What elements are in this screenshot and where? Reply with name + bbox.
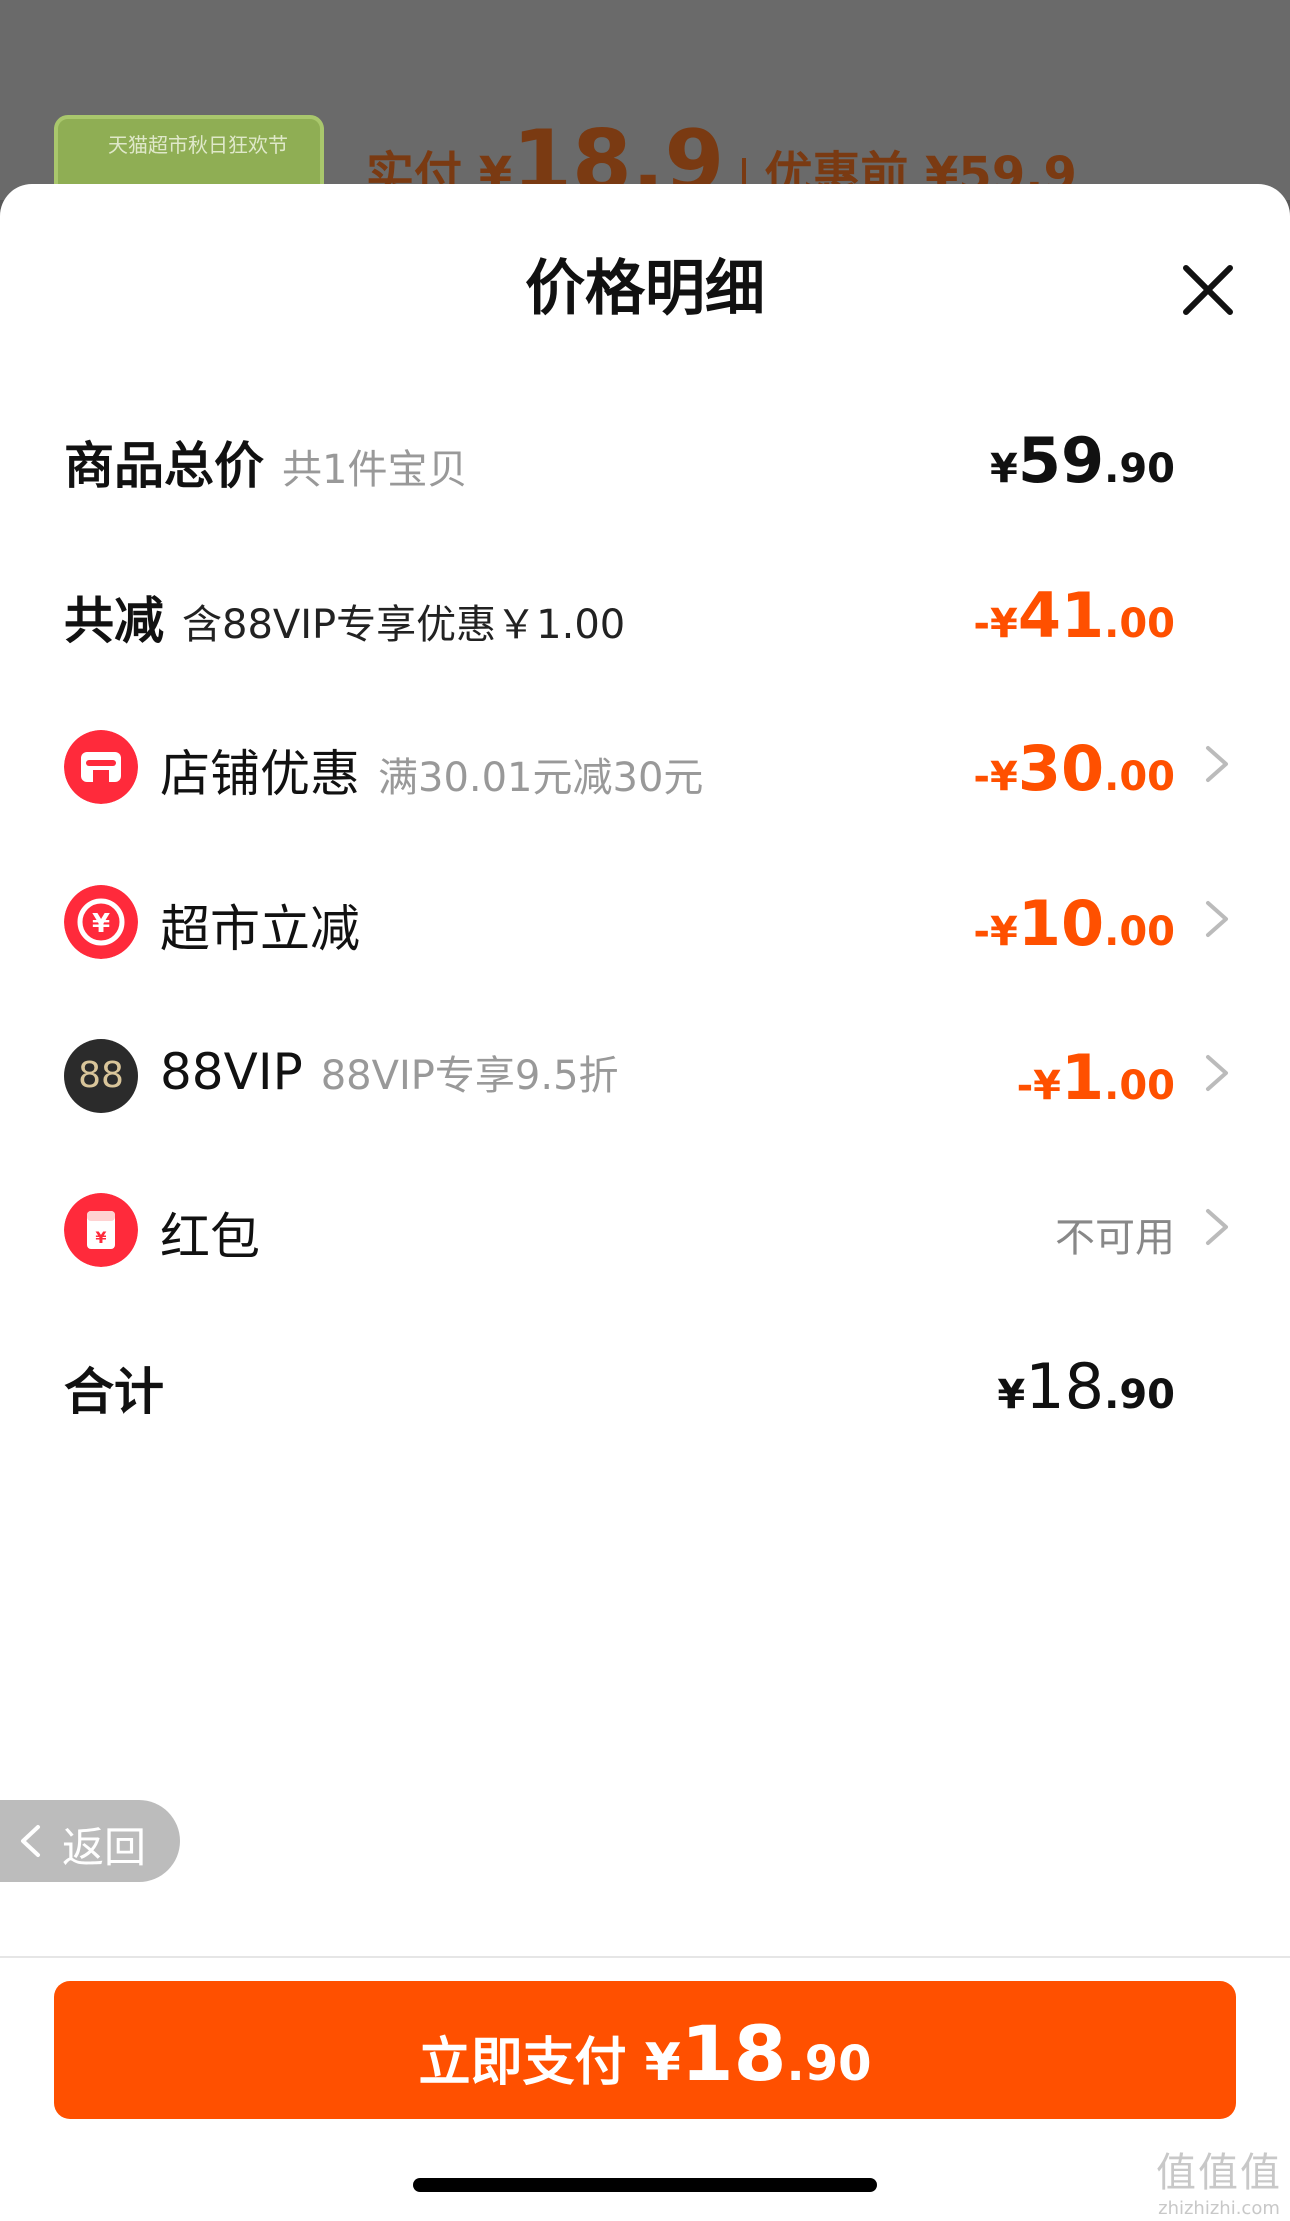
- row-total-discount: 共减 含88VIP专享优惠￥1.00 -¥41.00: [0, 551, 1290, 671]
- yuan-refund-icon: ¥: [64, 885, 138, 959]
- market-amount: -¥10.00: [973, 887, 1175, 960]
- pay-button-content: 立即支付 ¥18.90: [418, 2009, 871, 2098]
- watermark-logo: 值值值: [1156, 2150, 1282, 2196]
- market-label: 超市立减: [160, 900, 360, 958]
- total-amount: ¥59.90: [990, 424, 1175, 497]
- amount-int: 18: [1025, 1350, 1105, 1423]
- banner-text: 天猫超市秋日狂欢节: [108, 133, 288, 157]
- chevron-left-icon: [21, 1825, 40, 1857]
- amount-dec: .90: [1104, 446, 1175, 492]
- back-label: 返回: [62, 1823, 147, 1872]
- row-label: 共减 含88VIP专享优惠￥1.00: [64, 581, 625, 653]
- total-sub: 共1件宝贝: [282, 447, 468, 493]
- row-vip-discount[interactable]: 88 88VIP 88VIP专享9.5折 -¥1.00: [0, 1013, 1290, 1133]
- sign: -¥: [973, 754, 1018, 800]
- sheet-title: 价格明细: [525, 254, 765, 324]
- saved-amount: -¥41.00: [973, 579, 1175, 652]
- chevron-right-icon: [1206, 746, 1228, 782]
- watermark-url: zhizhizhi.com: [1158, 2198, 1280, 2219]
- chevron-right-icon: [1206, 901, 1228, 937]
- vip-label: 88VIP: [160, 1043, 303, 1101]
- row-market-discount[interactable]: ¥ 超市立减 -¥10.00: [0, 859, 1290, 979]
- amount-dec: .00: [1104, 909, 1175, 955]
- footer-divider: [0, 1956, 1290, 1958]
- row-red-packet[interactable]: ¥ 红包 不可用: [0, 1167, 1290, 1287]
- sign: -¥: [1016, 1063, 1061, 1109]
- vip-icon-text: 88: [78, 1055, 124, 1096]
- sign: -¥: [973, 909, 1018, 955]
- redpacket-label: 红包: [160, 1208, 260, 1266]
- amount-dec: .00: [1104, 1063, 1175, 1109]
- row-label: 红包: [160, 1197, 260, 1269]
- pay-label: 立即支付: [418, 2033, 627, 2093]
- chevron-right-icon: [1206, 1209, 1228, 1245]
- vip-88-icon: 88: [64, 1039, 138, 1113]
- shop-label: 店铺优惠: [160, 745, 360, 803]
- row-label: 合计: [64, 1352, 164, 1424]
- redpacket-status: 不可用: [1055, 1215, 1175, 1261]
- shop-amount: -¥30.00: [973, 732, 1175, 805]
- svg-text:¥: ¥: [92, 909, 110, 939]
- row-label: 88VIP 88VIP专享9.5折: [160, 1043, 619, 1101]
- saved-label: 共减: [64, 592, 164, 650]
- row-label: 商品总价 共1件宝贝: [64, 426, 467, 498]
- amount-dec: .90: [1104, 1372, 1175, 1418]
- row-shop-discount[interactable]: 店铺优惠 满30.01元减30元 -¥30.00: [0, 704, 1290, 824]
- amount-dec: .00: [1104, 601, 1175, 647]
- amount-int: 10: [1017, 887, 1105, 960]
- amount-int: 1: [1061, 1041, 1105, 1114]
- total-label: 商品总价: [64, 437, 264, 495]
- sign: -¥: [973, 601, 1018, 647]
- watermark: 值值值 zhizhizhi.com: [1156, 2140, 1282, 2219]
- sum-amount: ¥18.90: [997, 1350, 1175, 1423]
- amount-int: 59: [1017, 424, 1105, 497]
- pay-amount-int: 18: [680, 2009, 787, 2098]
- amount-int: 41: [1017, 579, 1105, 652]
- row-label: 超市立减: [160, 889, 360, 961]
- chevron-right-icon: [1206, 1055, 1228, 1091]
- home-indicator: [413, 2178, 877, 2192]
- currency: ¥: [990, 446, 1018, 492]
- currency: ¥: [997, 1372, 1026, 1418]
- sum-label: 合计: [64, 1363, 164, 1421]
- amount-dec: .00: [1104, 754, 1175, 800]
- row-sum: 合计 ¥18.90: [0, 1322, 1290, 1442]
- back-button[interactable]: 返回: [0, 1800, 180, 1882]
- amount-int: 30: [1017, 732, 1105, 805]
- red-packet-icon: ¥: [64, 1193, 138, 1267]
- shop-sub: 满30.01元减30元: [378, 755, 704, 801]
- pay-currency: ¥: [644, 2033, 681, 2093]
- vip-sub: 88VIP专享9.5折: [320, 1053, 619, 1099]
- saved-sub: 含88VIP专享优惠￥1.00: [182, 602, 626, 648]
- background-page: 天猫超市秋日狂欢节 实付 ¥18.9 优惠前 ¥59.9: [0, 0, 1290, 235]
- close-icon[interactable]: [1178, 260, 1238, 320]
- price-detail-sheet: 价格明细 商品总价 共1件宝贝 ¥59.90 共减 含88VIP专享优惠￥1.00 …: [0, 184, 1290, 2221]
- svg-text:¥: ¥: [95, 1228, 106, 1247]
- pay-now-button[interactable]: 立即支付 ¥18.90: [54, 1981, 1236, 2119]
- vip-amount: -¥1.00: [1017, 1041, 1175, 1114]
- row-total-price: 商品总价 共1件宝贝 ¥59.90: [0, 396, 1290, 516]
- pay-amount-dec: .90: [786, 2036, 872, 2092]
- row-label: 店铺优惠 满30.01元减30元: [160, 734, 703, 806]
- shop-icon: [64, 730, 138, 804]
